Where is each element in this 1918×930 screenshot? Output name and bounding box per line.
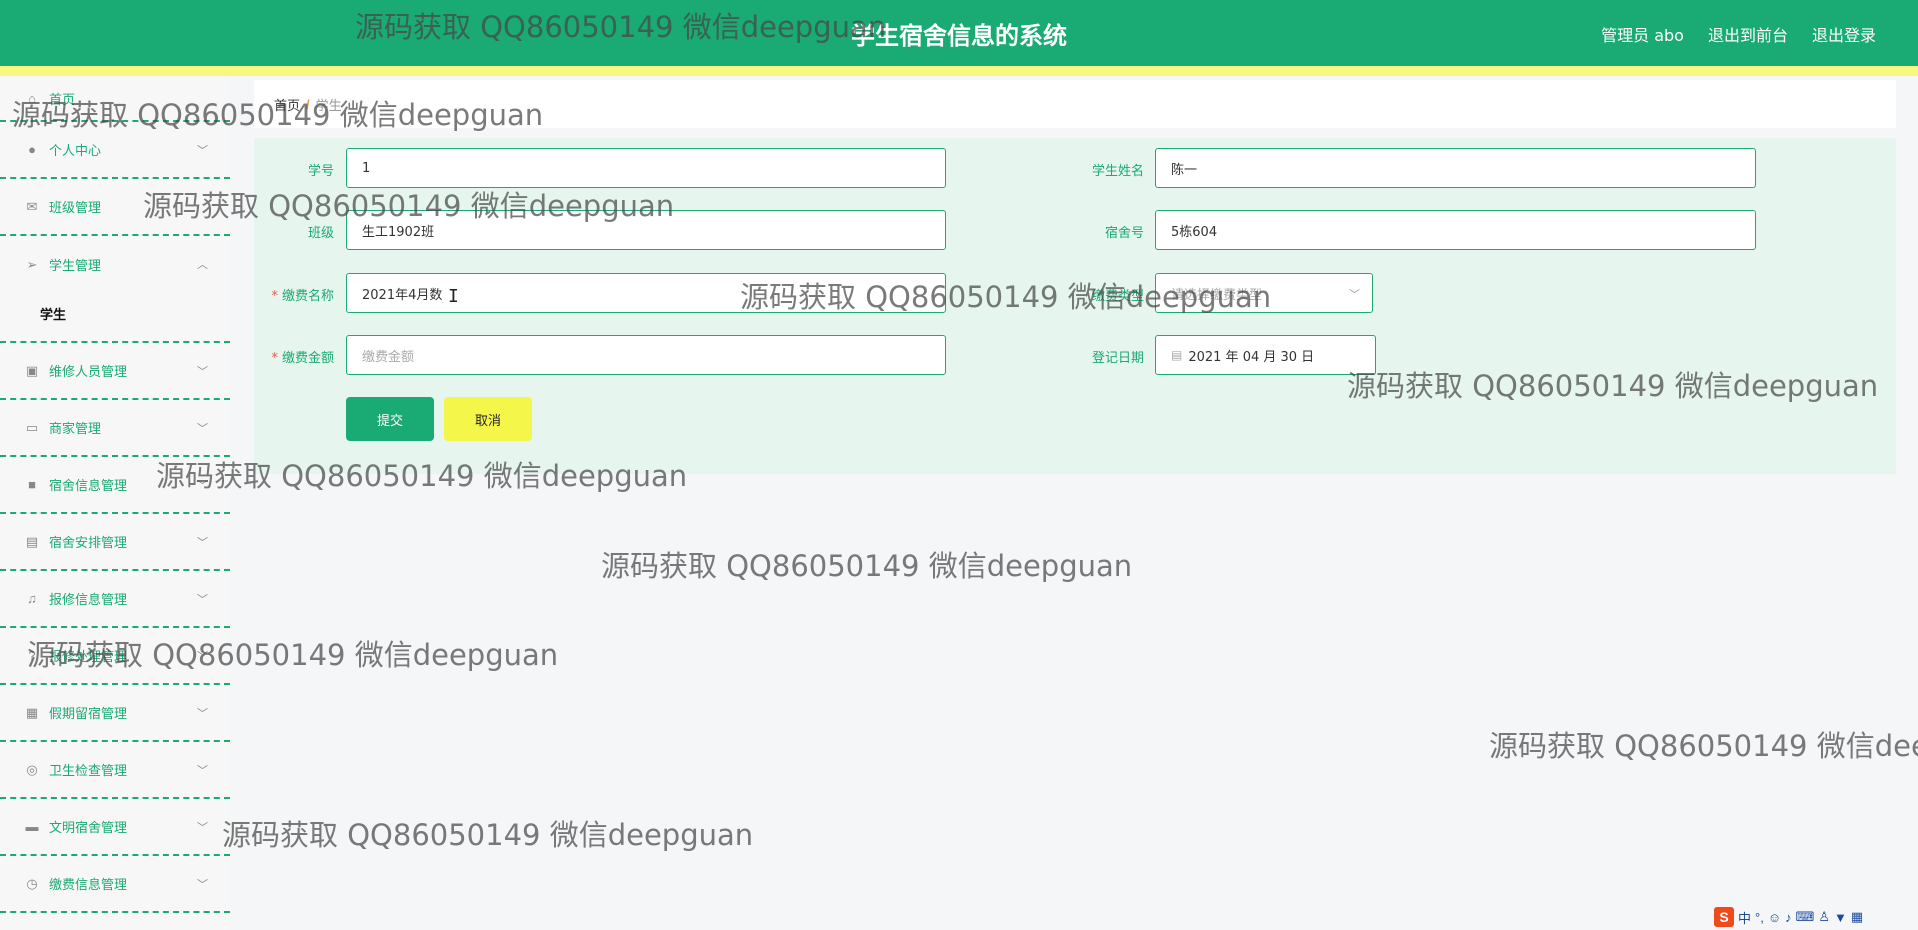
student-no-label: 学号 bbox=[307, 164, 334, 179]
ime-mode[interactable]: 中 bbox=[1738, 908, 1751, 927]
chevron-down-icon: ﹀ bbox=[197, 480, 208, 492]
fee-type-select[interactable]: 请选择缴费类型 ﹀ bbox=[1155, 273, 1373, 313]
briefcase-icon: ■ bbox=[28, 477, 36, 492]
chevron-up-icon: ︿ bbox=[197, 259, 208, 271]
sidebar: ⌂ 首页 ● 个人中心 ﹀ ✉ 班级管理 ➢ 学生管理 ︿ 学生 ▣ 维修人员管… bbox=[0, 76, 230, 930]
chevron-down-icon: ﹀ bbox=[197, 423, 208, 435]
sidebar-subitem-student[interactable]: 学生 bbox=[0, 286, 230, 343]
fee-name-field[interactable]: 2021年4月数 bbox=[346, 273, 946, 313]
sidebar-item-hygiene[interactable]: ◎ 卫生检查管理 ﹀ bbox=[0, 742, 230, 799]
breadcrumb-separator: / bbox=[306, 96, 310, 112]
sidebar-item-class[interactable]: ✉ 班级管理 bbox=[0, 179, 230, 236]
chevron-down-icon: ﹀ bbox=[197, 145, 208, 157]
sidebar-item-student[interactable]: ➢ 学生管理 ︿ bbox=[0, 236, 230, 293]
class-field[interactable]: 生工1902班 bbox=[346, 210, 946, 250]
submit-button[interactable]: 提交 bbox=[346, 397, 434, 441]
bell-off-icon: ♫ bbox=[27, 591, 37, 606]
sidebar-item-dorm-arrange[interactable]: ▤ 宿舍安排管理 ﹀ bbox=[0, 514, 230, 571]
fee-amount-label: * 缴费金额 bbox=[271, 351, 334, 366]
fee-type-label: 缴费类型 bbox=[1091, 289, 1144, 304]
sidebar-item-repair-info[interactable]: ♫ 报修信息管理 ﹀ bbox=[0, 571, 230, 628]
sidebar-item-civil-dorm[interactable]: ▬ 文明宿舍管理 ﹀ bbox=[0, 799, 230, 856]
chevron-down-icon: ﹀ bbox=[197, 594, 208, 606]
clipboard-x-icon: ▣ bbox=[25, 362, 39, 378]
sidebar-item-merchant[interactable]: ▭ 商家管理 ﹀ bbox=[0, 400, 230, 457]
ime-toolbar: S 中 °, ☺ ♪ ⌨ ♙ ▼ ▦ bbox=[1708, 904, 1918, 930]
chevron-down-icon: ﹀ bbox=[197, 537, 208, 549]
dorm-no-field[interactable]: 5栋604 bbox=[1155, 210, 1756, 250]
header-stripe bbox=[0, 66, 1918, 76]
fee-name-label: * 缴费名称 bbox=[271, 289, 334, 304]
punctuation-icon[interactable]: °, bbox=[1755, 910, 1764, 925]
sidebar-item-repair-staff[interactable]: ▣ 维修人员管理 ﹀ bbox=[0, 343, 230, 400]
sidebar-item-home[interactable]: ⌂ 首页 bbox=[0, 76, 230, 122]
sidebar-item-repair-handle[interactable]: ? 报修处理管理 ﹀ bbox=[0, 628, 230, 685]
student-name-field[interactable]: 陈一 bbox=[1155, 148, 1756, 188]
register-date-label: 登记日期 bbox=[1091, 351, 1144, 366]
fee-type-placeholder: 请选择缴费类型 bbox=[1171, 287, 1263, 303]
register-date-value: 2021 年 04 月 30 日 bbox=[1188, 349, 1315, 365]
text-cursor-icon: I bbox=[448, 286, 459, 307]
chevron-down-icon: ﹀ bbox=[197, 765, 208, 777]
sidebar-item-fee-info[interactable]: ◷ 缴费信息管理 ﹀ bbox=[0, 856, 230, 913]
breadcrumb-current: 学生 bbox=[315, 98, 342, 114]
sogou-ime-icon[interactable]: S bbox=[1714, 907, 1734, 927]
dorm-no-label: 宿舍号 bbox=[1104, 226, 1144, 241]
send-icon: ➢ bbox=[26, 256, 38, 272]
mail-icon: ✉ bbox=[26, 198, 38, 214]
student-no-field[interactable]: 1 bbox=[346, 148, 946, 188]
register-date-picker[interactable]: ▤ 2021 年 04 月 30 日 bbox=[1155, 335, 1376, 375]
chevron-down-icon: ﹀ bbox=[197, 651, 208, 663]
sidebar-item-holiday-stay[interactable]: ▦ 假期留宿管理 ﹀ bbox=[0, 685, 230, 742]
chevron-down-icon: ﹀ bbox=[197, 822, 208, 834]
grid-icon: ▦ bbox=[25, 704, 39, 720]
grid-icon[interactable]: ▦ bbox=[1851, 909, 1863, 925]
fee-amount-field[interactable]: 缴费金额 bbox=[346, 335, 946, 375]
emoji-icon[interactable]: ☺ bbox=[1768, 910, 1781, 925]
student-name-label: 学生姓名 bbox=[1091, 164, 1144, 179]
lifebuoy-icon: ◎ bbox=[26, 761, 38, 777]
calendar-icon: ▤ bbox=[1171, 348, 1183, 362]
header-links: 管理员 abo 退出到前台 退出登录 bbox=[1601, 22, 1876, 46]
id-card-icon: ▭ bbox=[25, 419, 39, 435]
breadcrumb-home[interactable]: 首页 bbox=[274, 95, 300, 114]
sidebar-item-dorm-info[interactable]: ■ 宿舍信息管理 ﹀ bbox=[0, 457, 230, 514]
sidebar-item-profile[interactable]: ● 个人中心 ﹀ bbox=[0, 122, 230, 179]
clipboard-icon: ▤ bbox=[25, 533, 39, 549]
user-icon: ● bbox=[28, 142, 36, 157]
watermark: 源码获取 QQ86050149 微信deepguan bbox=[601, 549, 1133, 583]
help-circle-icon: ? bbox=[28, 648, 36, 663]
chevron-down-icon: ﹀ bbox=[197, 879, 208, 891]
watermark: 源码获取 QQ86050149 微信deepguan bbox=[222, 818, 754, 852]
home-icon: ⌂ bbox=[28, 90, 36, 106]
chevron-down-icon: ﹀ bbox=[1349, 288, 1360, 301]
user-icon[interactable]: ♙ bbox=[1818, 909, 1830, 925]
logout-link[interactable]: 退出登录 bbox=[1812, 22, 1876, 46]
keyboard-icon[interactable]: ⌨ bbox=[1796, 909, 1815, 925]
chevron-down-icon: ﹀ bbox=[197, 708, 208, 720]
clock-icon: ◷ bbox=[26, 875, 38, 891]
cancel-button[interactable]: 取消 bbox=[444, 397, 532, 441]
skin-icon[interactable]: ▼ bbox=[1834, 910, 1847, 925]
admin-user-link[interactable]: 管理员 abo bbox=[1601, 22, 1684, 46]
chevron-down-icon: ﹀ bbox=[197, 366, 208, 378]
breadcrumb: 首页 / 学生 bbox=[254, 80, 1896, 128]
chat-icon: ▬ bbox=[25, 819, 39, 834]
class-label: 班级 bbox=[307, 226, 334, 241]
watermark: 源码获取 QQ86050149 微信dee bbox=[1489, 729, 1918, 763]
microphone-icon[interactable]: ♪ bbox=[1785, 910, 1792, 925]
back-to-frontend-link[interactable]: 退出到前台 bbox=[1708, 22, 1788, 46]
